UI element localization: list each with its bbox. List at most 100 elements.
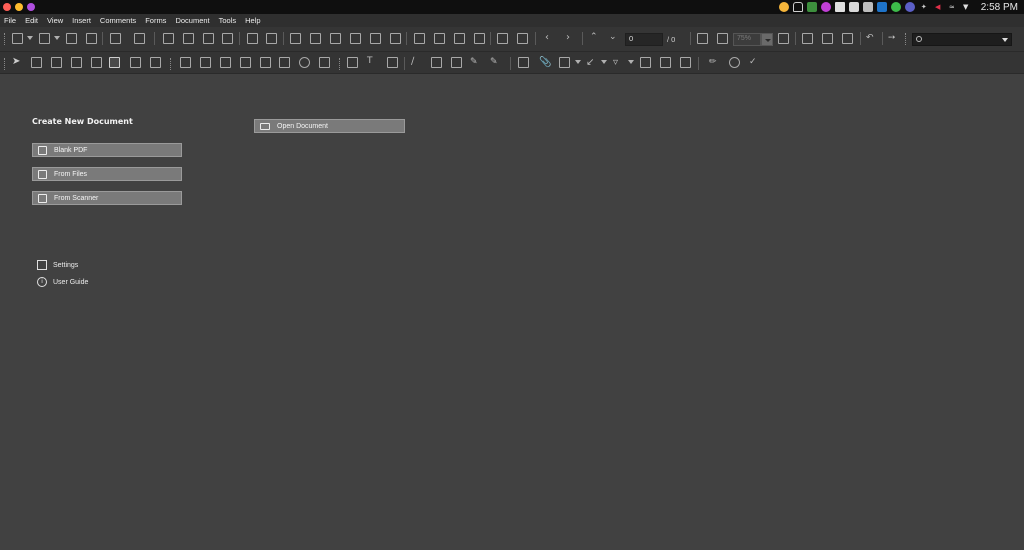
marquee-icon[interactable]: [130, 57, 141, 68]
messenger-icon[interactable]: [820, 2, 831, 12]
menu-document[interactable]: Document: [175, 16, 209, 25]
text-field-icon[interactable]: [200, 57, 211, 68]
search-input[interactable]: [912, 33, 1012, 46]
brush-icon[interactable]: ✏: [709, 57, 720, 68]
edit-object-icon[interactable]: [71, 57, 82, 68]
menu-edit[interactable]: Edit: [25, 16, 38, 25]
zoom-dropdown-button[interactable]: [761, 33, 773, 46]
chevron-up-icon[interactable]: ⌃: [590, 33, 601, 44]
sign-icon[interactable]: ✓: [749, 57, 760, 68]
close-window-button[interactable]: [3, 3, 11, 11]
fit-page-icon[interactable]: [697, 33, 708, 44]
print-icon[interactable]: [134, 33, 145, 44]
undo-icon[interactable]: [247, 33, 258, 44]
typewriter-icon[interactable]: T: [367, 57, 378, 68]
combo-box-icon[interactable]: [240, 57, 251, 68]
text-select-icon[interactable]: [31, 57, 42, 68]
from-scanner-button[interactable]: From Scanner: [32, 191, 182, 205]
menu-down-icon[interactable]: ▼: [961, 2, 971, 12]
distribute-vertical-icon[interactable]: [434, 33, 445, 44]
chevron-right-icon[interactable]: ›: [566, 33, 577, 44]
toolbar-grip[interactable]: [4, 58, 6, 70]
grid-icon[interactable]: [497, 33, 508, 44]
save-as-icon[interactable]: [86, 33, 97, 44]
save-icon[interactable]: [66, 33, 77, 44]
stamp-icon[interactable]: [660, 57, 671, 68]
crop-icon[interactable]: [822, 33, 833, 44]
recycle-icon[interactable]: [806, 2, 817, 12]
measure-icon[interactable]: ▿: [613, 57, 624, 68]
copy-icon[interactable]: [183, 33, 194, 44]
note-icon[interactable]: [347, 57, 358, 68]
arrow-dropdown-icon[interactable]: [601, 60, 607, 64]
form-select-icon[interactable]: [180, 57, 191, 68]
attachment-icon[interactable]: 📎: [539, 57, 551, 68]
checkbox-field-icon[interactable]: [220, 57, 231, 68]
line-icon[interactable]: ∕: [411, 57, 422, 68]
toolbar-grip[interactable]: [4, 33, 6, 45]
new-dropdown-icon[interactable]: [27, 36, 33, 40]
keyboard-icon[interactable]: [862, 2, 873, 12]
user-guide-link[interactable]: i User Guide: [37, 277, 88, 287]
open-document-button[interactable]: Open Document: [254, 119, 405, 133]
wifi-icon[interactable]: ≈: [947, 2, 957, 12]
highlight-icon[interactable]: [559, 57, 570, 68]
settings-link[interactable]: Settings: [37, 260, 78, 270]
menu-tools[interactable]: Tools: [219, 16, 237, 25]
edit-text-icon[interactable]: [51, 57, 62, 68]
cut-icon[interactable]: [163, 33, 174, 44]
wing-icon[interactable]: [834, 2, 845, 12]
list-box-icon[interactable]: [260, 57, 271, 68]
outlook-icon[interactable]: [876, 2, 887, 12]
fit-width-icon[interactable]: [717, 33, 728, 44]
text-box-icon[interactable]: [640, 57, 651, 68]
snapshot-icon[interactable]: [150, 57, 161, 68]
chevron-left-icon[interactable]: ‹: [545, 33, 556, 44]
menu-help[interactable]: Help: [245, 16, 260, 25]
select-arrow-icon[interactable]: ➤: [12, 57, 23, 68]
volume-icon[interactable]: ◀: [933, 2, 943, 12]
delete-icon[interactable]: [222, 33, 233, 44]
snap-grid-icon[interactable]: [517, 33, 528, 44]
from-files-button[interactable]: From Files: [32, 167, 182, 181]
rectangle-icon[interactable]: [431, 57, 442, 68]
drive-icon[interactable]: [848, 2, 859, 12]
radio-field-icon[interactable]: [299, 57, 310, 68]
distribute-horizontal-icon[interactable]: [414, 33, 425, 44]
email-icon[interactable]: [110, 33, 121, 44]
page-number-input[interactable]: 0: [625, 33, 663, 46]
new-document-icon[interactable]: [12, 33, 23, 44]
blank-pdf-button[interactable]: Blank PDF: [32, 143, 182, 157]
menu-insert[interactable]: Insert: [72, 16, 91, 25]
pin-icon[interactable]: ➙: [888, 33, 899, 44]
button-field-icon[interactable]: [279, 57, 290, 68]
same-height-icon[interactable]: [474, 33, 485, 44]
align-top-icon[interactable]: [330, 33, 341, 44]
toolbar-grip[interactable]: [905, 33, 907, 45]
image-icon[interactable]: [387, 57, 398, 68]
align-bottom-icon[interactable]: [350, 33, 361, 44]
menu-forms[interactable]: Forms: [145, 16, 166, 25]
redact-icon[interactable]: [680, 57, 691, 68]
same-width-icon[interactable]: [454, 33, 465, 44]
open-dropdown-icon[interactable]: [54, 36, 60, 40]
align-center-horizontal-icon[interactable]: [370, 33, 381, 44]
callout-icon[interactable]: [518, 57, 529, 68]
emoji-icon[interactable]: [778, 2, 789, 12]
highlight-dropdown-icon[interactable]: [575, 60, 581, 64]
select-region-icon[interactable]: [802, 33, 813, 44]
minimize-window-button[interactable]: [15, 3, 23, 11]
menu-view[interactable]: View: [47, 16, 63, 25]
paste-icon[interactable]: [203, 33, 214, 44]
rotate-icon[interactable]: ↶: [866, 33, 877, 44]
arrow-icon[interactable]: ↙: [586, 57, 597, 68]
redo-icon[interactable]: [266, 33, 277, 44]
chevron-down-icon[interactable]: ⌄: [609, 33, 620, 44]
align-center-vertical-icon[interactable]: [390, 33, 401, 44]
polygon-icon[interactable]: [451, 57, 462, 68]
open-folder-icon[interactable]: [39, 33, 50, 44]
align-left-icon[interactable]: [290, 33, 301, 44]
bluetooth-icon[interactable]: ✦: [919, 2, 929, 12]
actual-size-icon[interactable]: [778, 33, 789, 44]
zoom-input[interactable]: 75%: [733, 33, 761, 46]
